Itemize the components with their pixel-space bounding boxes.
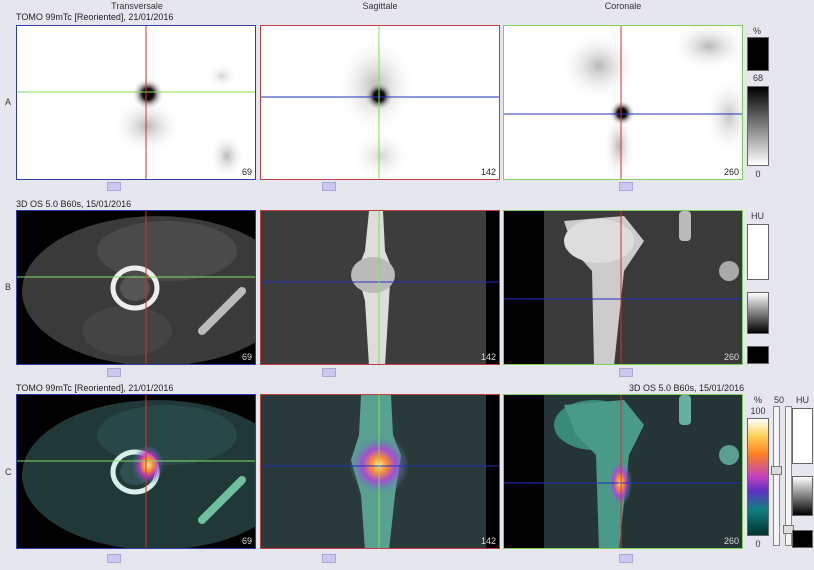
scale-b-black-block [747,346,769,364]
viewport-a-sagittal[interactable]: 142 [260,25,500,180]
viewport-a-transversal[interactable]: 69 [16,25,256,180]
viewport-b-transversal[interactable]: 69 [16,210,256,365]
header-transversal: Transversale [111,1,163,11]
scroll-tab-a-coronal[interactable] [619,182,633,191]
scroll-tab-c-sagittal[interactable] [322,554,336,563]
slice-number-a-sagittal: 142 [480,167,496,177]
scale-b-unit: HU [751,211,764,221]
fusion-transversal-image [17,395,255,548]
ct-sagittal-image [261,211,499,364]
viewport-c-transversal[interactable]: 69 [16,394,256,549]
scale-c-mid-value: 50 [773,395,784,405]
scale-b-white-block [747,224,769,280]
slice-number-b-transversal: 69 [241,352,252,362]
scale-c-hu-black-block [792,530,813,548]
fusion-sagittal-image [261,395,499,548]
scroll-tab-c-coronal[interactable] [619,554,633,563]
scale-c-pct-unit: % [754,395,763,405]
scale-c-hot-colorbar [747,418,769,536]
scroll-tab-b-transversal[interactable] [107,368,121,377]
header-coronal: Coronale [604,1,642,11]
viewport-c-sagittal[interactable]: 142 [260,394,500,549]
scale-a-bottom-value: 0 [755,169,761,179]
viewport-c-coronal[interactable]: 260 [503,394,743,549]
ct-transversal-image [17,211,255,364]
viewport-b-coronal[interactable]: 260 [503,210,743,365]
scale-a-top-value: 68 [752,73,763,83]
slice-number-c-sagittal: 142 [480,536,496,546]
slice-number-b-sagittal: 142 [480,352,496,362]
scale-c-top-value: 100 [750,406,766,416]
slice-number-b-coronal: 260 [723,352,739,362]
scroll-tab-a-sagittal[interactable] [322,182,336,191]
blend-slider-track[interactable] [773,406,780,546]
scale-c-bottom-value: 0 [755,539,761,549]
scroll-tab-b-sagittal[interactable] [322,368,336,377]
row-c-title-right: 3D OS 5.0 B60s, 15/01/2016 [629,383,745,393]
row-c-title-left: TOMO 99mTc [Reoriented], 21/01/2016 [16,383,174,393]
row-a-label: A [5,97,12,107]
viewport-b-sagittal[interactable]: 142 [260,210,500,365]
viewport-a-coronal[interactable]: 260 [503,25,743,180]
slice-number-c-coronal: 260 [723,536,739,546]
scale-a-grayscale-bar [747,86,769,166]
scale-b-grayscale-bar [747,292,769,334]
row-c-label: C [5,467,12,477]
slice-number-a-coronal: 260 [723,167,739,177]
scroll-tab-c-transversal[interactable] [107,554,121,563]
slice-number-a-transversal: 69 [241,167,252,177]
header-sagittal: Sagittale [362,1,398,11]
scale-a-unit: % [753,26,762,36]
scale-c-hu-grayscale-bar [792,476,813,516]
row-a-title: TOMO 99mTc [Reoriented], 21/01/2016 [16,12,174,22]
row-b-label: B [5,282,12,292]
scroll-tab-a-transversal[interactable] [107,182,121,191]
scale-a-black-block [747,37,769,71]
row-b-title: 3D OS 5.0 B60s, 15/01/2016 [16,199,132,209]
ct-coronal-image [504,211,742,364]
scale-c-hu-white-block [792,408,813,464]
nm-transversal-image [17,26,255,179]
nm-sagittal-image [261,26,499,179]
slice-number-c-transversal: 69 [241,536,252,546]
fusion-coronal-image [504,395,742,548]
scroll-tab-b-coronal[interactable] [619,368,633,377]
nm-coronal-image [504,26,742,179]
blend-slider-thumb[interactable] [771,466,782,475]
scale-c-hu-unit: HU [796,395,809,405]
